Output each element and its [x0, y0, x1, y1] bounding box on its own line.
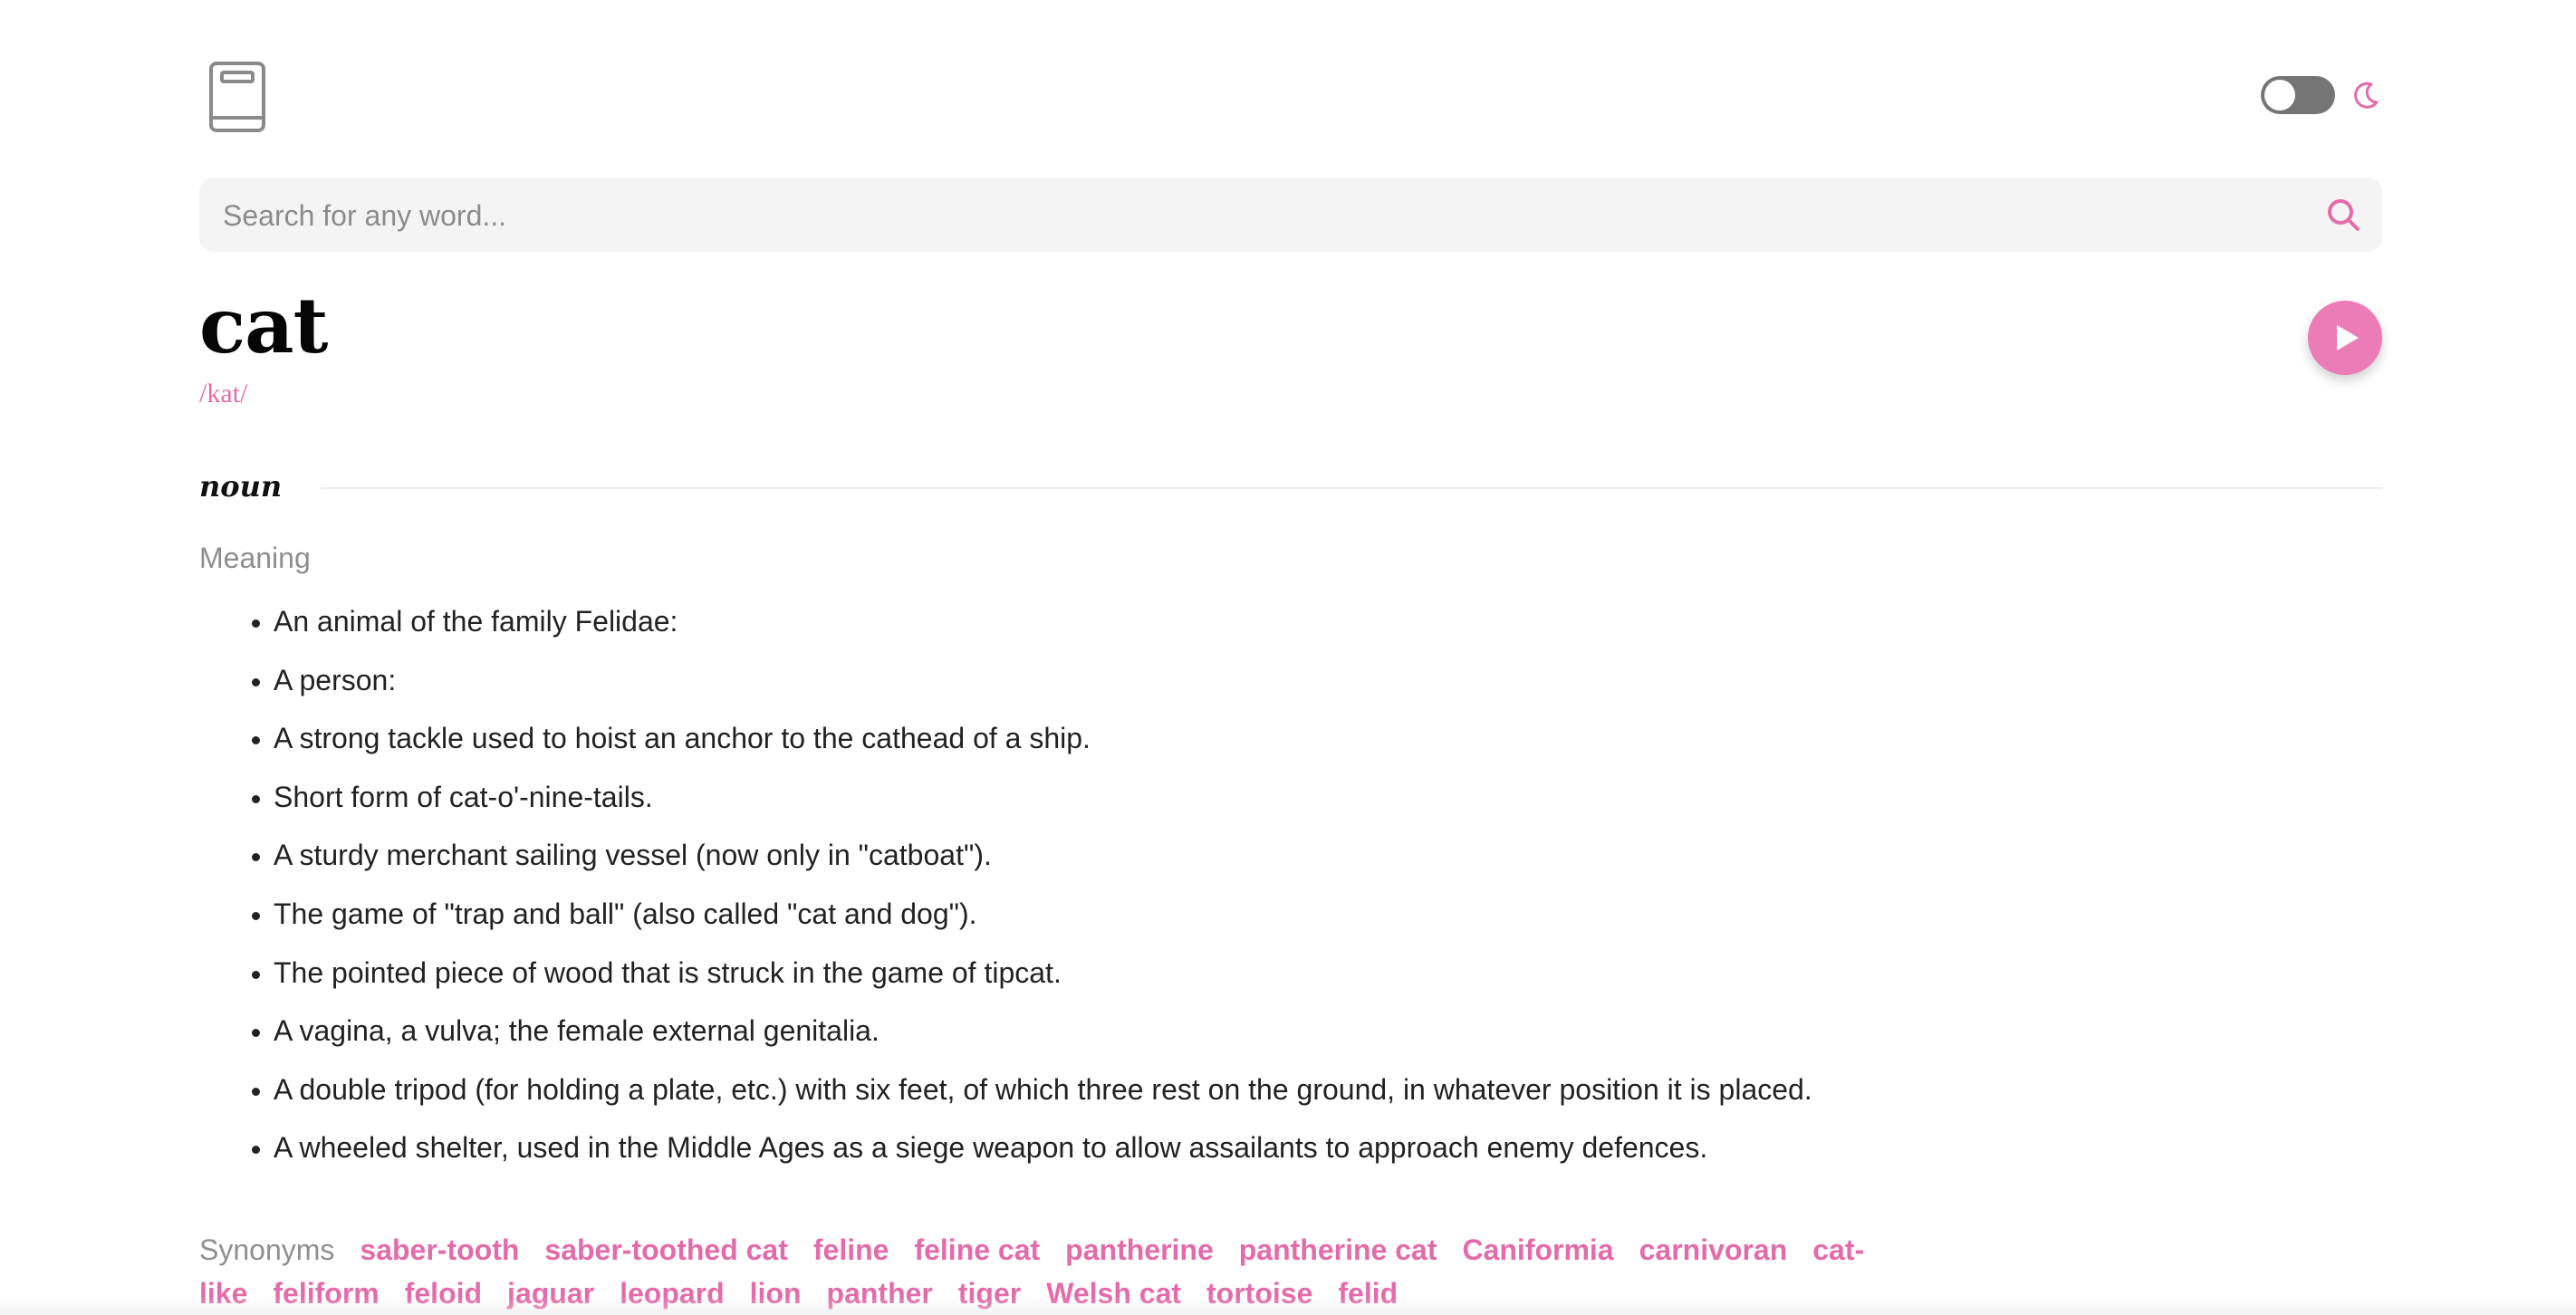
synonym-link[interactable]: pantherine cat — [1239, 1233, 1437, 1266]
synonym-link[interactable]: carnivoran — [1639, 1233, 1788, 1266]
synonym-link[interactable]: feline — [813, 1233, 889, 1266]
synonym-link[interactable]: feline cat — [914, 1233, 1040, 1266]
definition-item: A double tripod (for holding a plate, et… — [274, 1061, 1812, 1119]
synonym-link[interactable]: saber-tooth — [360, 1233, 519, 1266]
synonyms-label: Synonyms — [199, 1233, 335, 1266]
part-of-speech: noun — [199, 469, 283, 504]
definition-item: A strong tackle used to hoist an anchor … — [274, 709, 1812, 768]
search-input[interactable] — [221, 178, 2308, 254]
book-icon — [207, 60, 268, 134]
search-icon[interactable] — [2324, 196, 2362, 234]
definition-item: Short form of cat-o'-nine-tails. — [274, 768, 1812, 827]
bottom-fade — [0, 1297, 2576, 1315]
definition-item: The game of "trap and ball" (also called… — [274, 885, 1812, 944]
toggle-knob — [2264, 80, 2295, 110]
play-audio-button[interactable] — [2308, 301, 2382, 375]
search-bar — [199, 178, 2382, 254]
definition-item: An animal of the family Felidae: — [274, 592, 1812, 651]
phonetic-text: /kat/ — [199, 379, 248, 408]
word-title: cat — [199, 281, 328, 370]
theme-switcher — [2261, 76, 2382, 114]
moon-icon — [2354, 82, 2379, 109]
definition-item: A sturdy merchant sailing vessel (now on… — [274, 826, 1812, 885]
definition-item: A vagina, a vulva; the female external g… — [274, 1002, 1812, 1061]
definition-list: An animal of the family Felidae: A perso… — [199, 592, 1812, 1177]
definition-item: A wheeled shelter, used in the Middle Ag… — [274, 1118, 1812, 1177]
synonym-link[interactable]: Caniformia — [1462, 1233, 1613, 1266]
divider — [321, 487, 2382, 489]
synonym-link[interactable]: pantherine — [1065, 1233, 1214, 1266]
part-of-speech-row: noun — [199, 469, 2382, 509]
definition-item: The pointed piece of wood that is struck… — [274, 944, 1812, 1003]
definition-item: A person: — [274, 651, 1812, 710]
meaning-heading: Meaning — [199, 542, 311, 574]
play-icon — [2337, 325, 2359, 350]
theme-toggle[interactable] — [2261, 76, 2335, 114]
synonym-link[interactable]: saber-toothed cat — [544, 1233, 787, 1266]
